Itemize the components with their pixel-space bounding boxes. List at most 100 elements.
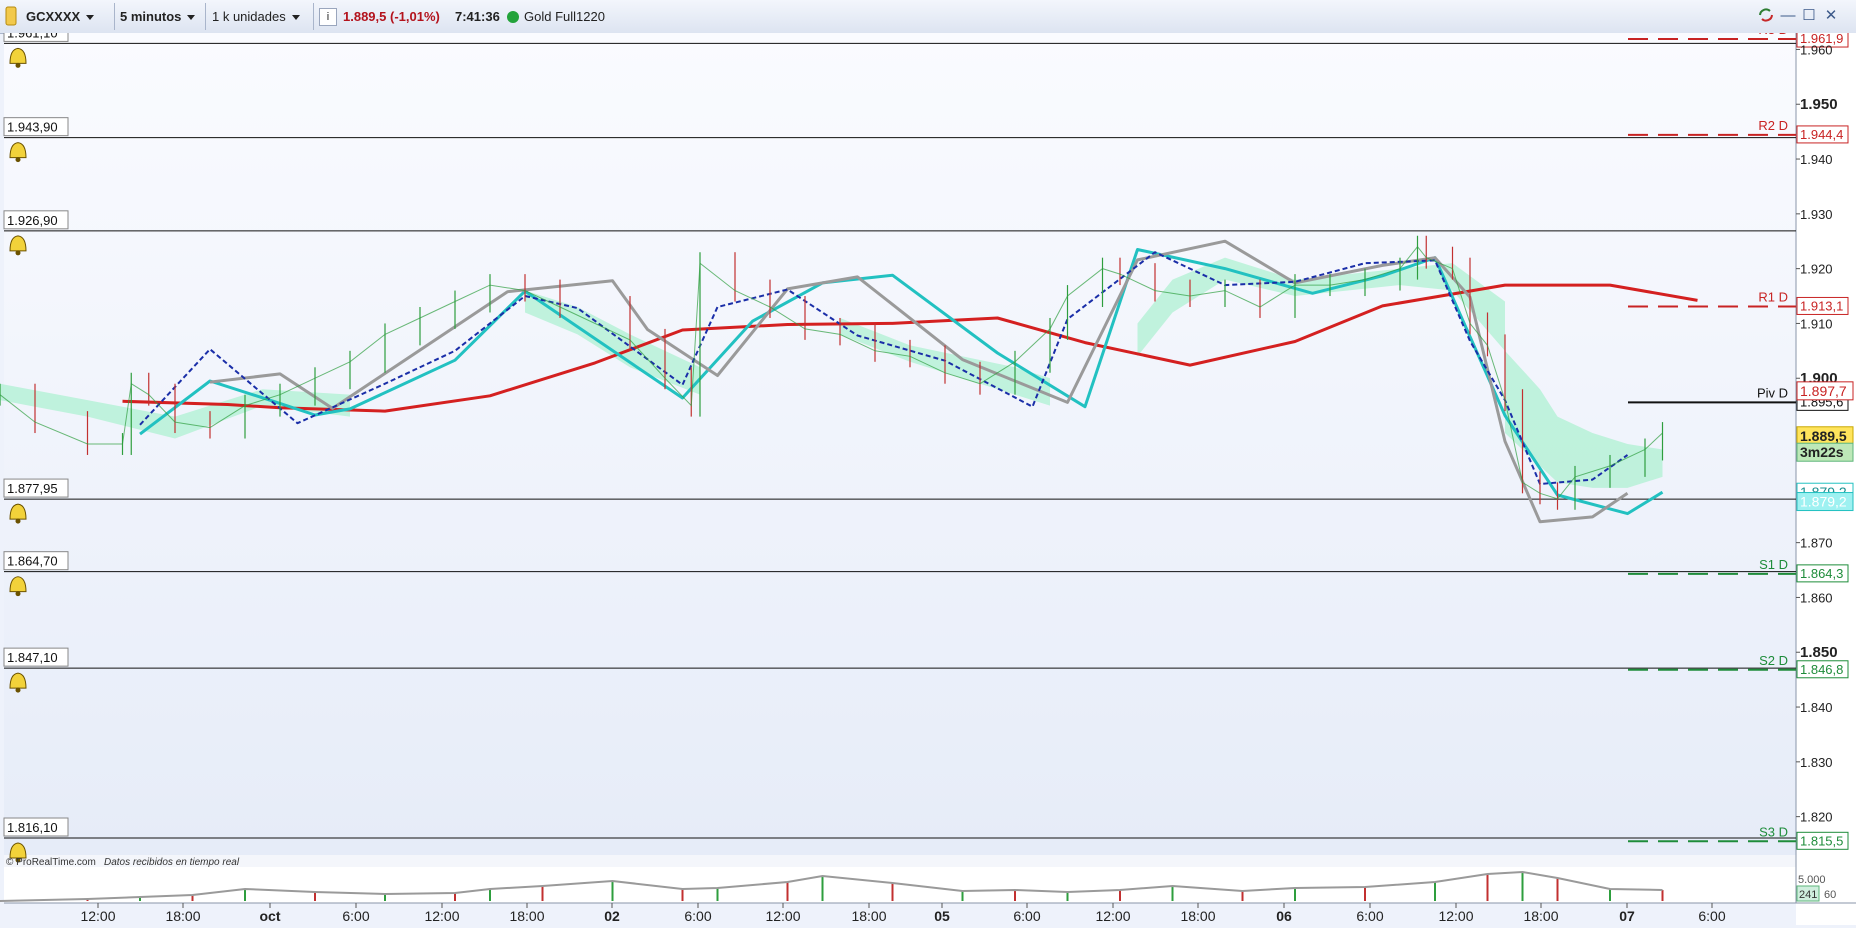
pivot-value: 1.815,5 [1800,833,1843,848]
volume-bar [1486,874,1489,901]
price-badge-label: 1.879,2 [1800,494,1847,510]
x-tick-label: 12:00 [1095,908,1130,924]
price-chart[interactable]: 1.961,10 1.943,90 1.926,90 1.877,95 1.864,70… [0,22,1856,925]
volume-bar [1119,890,1121,901]
volume-bar [1609,889,1611,901]
x-tick-label: 18:00 [165,908,200,924]
bell-clapper-icon [15,518,21,524]
volume-count-label: 241 [1799,889,1817,901]
y-tick-label: 1.960 [1800,42,1833,57]
y-tick-label: 1.950 [1800,96,1838,113]
time-ticks: 12:00 18:00 oct 6:00 12:00 18:00 02 6:00 12:00 18… [80,903,1726,924]
chart-area[interactable]: 1.961,10 1.943,90 1.926,90 1.877,95 1.864,70… [0,22,1856,925]
price-badge-label: 3m22s [1800,444,1844,460]
volume-bar [541,886,544,901]
y-tick-label: 1.870 [1800,536,1833,551]
pivot-name: S1 D [1759,557,1788,572]
alert-label: 1.864,70 [7,554,58,569]
pivot-name: S2 D [1759,653,1788,668]
y-tick-label: 1.940 [1800,152,1833,167]
x-tick-label: 18:00 [509,908,544,924]
chart-toolbar: GCXXXX 5 minutos 1 k unidades i 1.889,5 … [0,0,1856,34]
price-change: 1.889,5 (-1,01%) [343,9,440,24]
sync-icon[interactable] [1757,6,1775,26]
instrument-name: Gold Full1220 [524,9,605,24]
volume-bar [716,888,719,901]
y-tick-label: 1.910 [1800,316,1833,331]
y-tick-label: 1.820 [1800,810,1833,825]
units-selector[interactable]: 1 k unidades [212,6,300,27]
divider [205,3,206,30]
x-tick-label: 12:00 [424,908,459,924]
volume-bar [1556,878,1559,901]
x-tick-label: 6:00 [1698,908,1725,924]
volume-bar [1434,882,1436,901]
volume-bar [1294,888,1296,901]
chevron-down-icon [291,15,300,21]
x-tick-label: 07 [1619,908,1635,924]
maximize-icon[interactable]: ☐ [1800,6,1818,26]
y-tick-label: 1.840 [1800,700,1833,715]
instrument-icon[interactable] [2,3,20,29]
pivot-name: Piv D [1757,385,1788,400]
chevron-down-icon [86,15,95,21]
symbol-selector[interactable]: GCXXXX [26,6,95,27]
volume-bar [1661,890,1664,901]
x-tick-label: 12:00 [765,908,800,924]
y-tick-label: 1.860 [1800,590,1833,605]
volume-bar [384,894,386,901]
divider [313,3,314,30]
minimize-icon[interactable]: — [1779,6,1797,26]
status-dot-icon [507,11,519,23]
volume-bar [1241,891,1244,901]
price-badge-label: 1.889,5 [1800,428,1847,444]
x-tick-label: 6:00 [1013,908,1040,924]
volume-bar [821,876,824,901]
x-tick-label: 02 [604,908,620,924]
y-tick-label: 1.830 [1800,755,1833,770]
pivot-value: 1.944,4 [1800,127,1843,142]
volume-bar [489,889,491,901]
volume-bar [1521,872,1524,901]
x-tick-label: 6:00 [342,908,369,924]
x-tick-label: 18:00 [1180,908,1215,924]
bell-clapper-icon [15,591,21,597]
bell-clapper-icon [15,62,21,68]
footer-status: Datos recibidos en tiempo real [104,857,240,868]
status-strip [4,855,1796,867]
volume-bar [891,883,894,901]
pivot-value: 1.864,3 [1800,566,1843,581]
pivot-value: 1.913,1 [1800,298,1843,313]
volume-bar [681,889,684,901]
pivot-value: 1.846,8 [1800,662,1843,677]
volume-bar [1364,887,1366,901]
alert-label: 1.943,90 [7,120,58,135]
chevron-down-icon [187,15,196,21]
volume-bar [1014,890,1016,901]
x-tick-label: 12:00 [1438,908,1473,924]
price-badge-label: 1.897,7 [1800,383,1847,399]
x-tick-label: 6:00 [684,908,711,924]
volume-period-label: 60 [1824,889,1836,901]
volume-bar [611,881,614,901]
timeframe-selector[interactable]: 5 minutos [120,6,196,27]
volume-scale-label: 5.000 [1798,874,1826,886]
y-tick-label: 1.850 [1800,644,1838,661]
pivot-name: S3 D [1759,824,1788,839]
x-tick-label: oct [260,908,281,924]
alert-label: 1.877,95 [7,481,58,496]
alert-label: 1.816,10 [7,820,58,835]
volume-bar [244,889,246,901]
info-icon[interactable]: i [319,8,337,26]
divider [114,3,115,30]
bell-clapper-icon [15,687,21,693]
close-icon[interactable]: ✕ [1822,6,1840,26]
x-tick-label: 18:00 [1523,908,1558,924]
bell-clapper-icon [15,250,21,256]
y-tick-label: 1.930 [1800,207,1833,222]
alert-label: 1.926,90 [7,213,58,228]
bell-clapper-icon [15,157,21,163]
clock-time: 7:41:36 [455,9,500,24]
pivot-name: R1 D [1758,289,1788,304]
volume-bar [314,892,316,901]
